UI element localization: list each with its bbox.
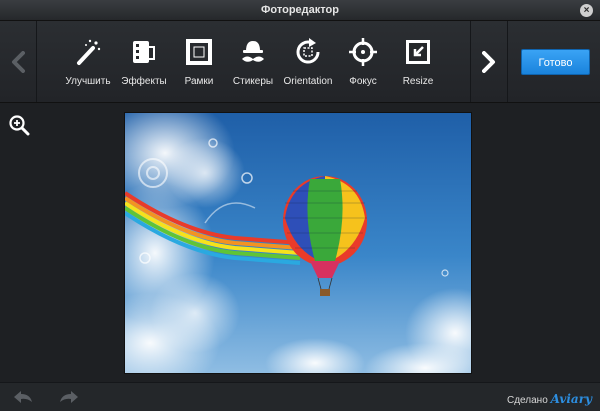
- zoom-button[interactable]: [8, 114, 30, 136]
- zoom-in-icon[interactable]: [8, 114, 30, 136]
- undo-button[interactable]: [12, 390, 34, 409]
- window-title: Фоторедактор: [261, 4, 339, 16]
- film-icon: [133, 41, 155, 63]
- aviary-logo[interactable]: Aviary: [551, 392, 592, 406]
- redo-arrow-icon[interactable]: [58, 390, 80, 404]
- rotate-icon: [296, 38, 320, 64]
- photo-canvas[interactable]: [124, 112, 472, 374]
- credit-prefix: Сделано: [507, 395, 548, 406]
- tool-enhance[interactable]: Улучшить: [56, 21, 120, 102]
- frame-icon: [186, 39, 212, 65]
- magic-wand-icon: [77, 39, 101, 65]
- close-icon[interactable]: ×: [584, 5, 590, 16]
- undo-arrow-icon[interactable]: [12, 390, 34, 404]
- close-button[interactable]: ×: [580, 4, 593, 17]
- toolbar: Улучшить Эффекты Рамки Стикеры Orientati…: [0, 21, 600, 103]
- tool-resize[interactable]: Resize: [386, 21, 450, 102]
- resize-icon: [406, 40, 430, 64]
- credit: Сделано Aviary: [507, 392, 592, 406]
- prev-tools-button[interactable]: [0, 21, 37, 102]
- balloon-photo[interactable]: [125, 113, 471, 373]
- tool-label: Resize: [402, 76, 434, 87]
- chevron-right-icon[interactable]: [482, 50, 496, 73]
- mustache-hat-icon: [242, 41, 264, 62]
- title-bar: Фоторедактор ×: [0, 0, 600, 21]
- next-tools-button[interactable]: [470, 21, 508, 102]
- done-button[interactable]: Готово: [521, 49, 590, 75]
- focus-crosshair-icon: [349, 38, 377, 66]
- canvas-area: [0, 103, 600, 382]
- chevron-left-icon[interactable]: [11, 50, 25, 73]
- bottom-bar: Сделано Aviary: [0, 382, 600, 411]
- redo-button[interactable]: [58, 390, 80, 409]
